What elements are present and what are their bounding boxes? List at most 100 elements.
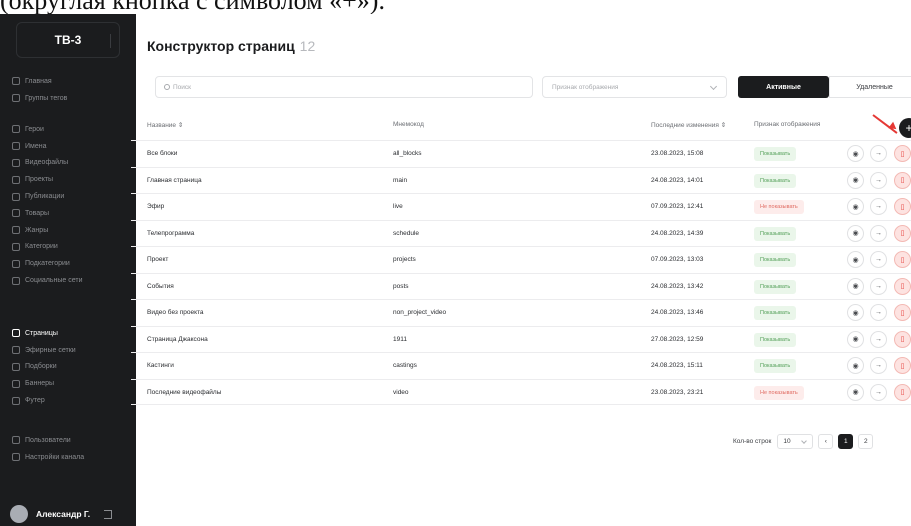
open-arrow-icon[interactable]: → bbox=[870, 198, 887, 215]
sidebar-item[interactable]: Социальные сети bbox=[12, 272, 132, 289]
search-input[interactable]: Поиск bbox=[155, 76, 533, 98]
open-arrow-icon[interactable]: → bbox=[870, 251, 887, 268]
sidebar-item[interactable]: Пользователи bbox=[12, 432, 132, 449]
column-modified[interactable]: Последние изменения ⇕ bbox=[651, 121, 726, 129]
home-icon bbox=[12, 77, 20, 86]
delete-icon[interactable]: ▯ bbox=[894, 277, 911, 295]
open-arrow-icon[interactable]: → bbox=[870, 171, 887, 189]
status-badge: Показывать bbox=[754, 306, 797, 320]
view-icon[interactable]: ◉ bbox=[847, 383, 864, 401]
nav-group-content: Герои Имена Видеофайлы Проекты Публикации Тов… bbox=[12, 121, 132, 289]
tab-deleted[interactable]: Удаленные bbox=[829, 76, 911, 98]
page-mnemonic: all_blocks bbox=[393, 150, 422, 157]
prev-page-button[interactable]: ‹ bbox=[818, 433, 834, 449]
sidebar-item-label: Главная bbox=[25, 77, 52, 85]
table-row[interactable]: Кастинги castings 24.08.2023, 15:11 Показыв… bbox=[131, 352, 911, 379]
table-row[interactable]: Страница Джаксона 1911 27.08.2023, 12:59 По… bbox=[131, 325, 911, 353]
sidebar-item[interactable]: Настройки канала bbox=[12, 449, 132, 466]
logout-icon[interactable] bbox=[104, 509, 113, 519]
sidebar-item[interactable]: Подкатегории bbox=[12, 255, 132, 272]
sidebar-item[interactable]: Страницы bbox=[12, 325, 132, 342]
delete-icon[interactable]: ▯ bbox=[894, 198, 911, 215]
sidebar-item[interactable]: Публикации bbox=[12, 188, 132, 205]
open-arrow-icon[interactable]: → bbox=[870, 330, 887, 348]
open-arrow-icon[interactable]: → bbox=[870, 357, 887, 374]
page-modified: 24.08.2023, 13:42 bbox=[651, 282, 704, 290]
delete-icon[interactable]: ▯ bbox=[894, 145, 911, 162]
page-modified: 24.08.2023, 13:46 bbox=[651, 309, 704, 316]
sidebar-item[interactable]: Баннеры bbox=[12, 375, 132, 392]
user-name: Александр Г. bbox=[36, 509, 91, 519]
sidebar-item[interactable]: Жанры bbox=[12, 222, 132, 239]
table-row[interactable]: События posts 24.08.2023, 13:42 Показывать ◉… bbox=[131, 272, 911, 300]
page-name: Главная страница bbox=[147, 176, 202, 184]
delete-icon[interactable]: ▯ bbox=[894, 357, 911, 374]
sidebar-item[interactable]: Подборки bbox=[12, 359, 132, 376]
delete-icon[interactable]: ▯ bbox=[894, 330, 911, 348]
banner-icon bbox=[12, 379, 20, 388]
delete-icon[interactable]: ▯ bbox=[894, 251, 911, 268]
view-icon[interactable]: ◉ bbox=[847, 171, 864, 189]
open-arrow-icon[interactable]: → bbox=[870, 145, 887, 162]
view-icon[interactable]: ◉ bbox=[847, 357, 864, 374]
sidebar-item[interactable]: Категории bbox=[12, 239, 132, 256]
sidebar-item-label: Герои bbox=[25, 125, 44, 133]
hero-icon bbox=[12, 125, 20, 134]
sidebar-item-label: Социальные сети bbox=[25, 277, 83, 285]
sidebar-item[interactable]: Группы тегов bbox=[12, 90, 132, 107]
sidebar-item-label: Баннеры bbox=[25, 380, 55, 388]
status-badge: Показывать bbox=[754, 147, 797, 161]
sidebar-item[interactable]: Герои bbox=[12, 121, 132, 138]
table-row[interactable]: Последние видеофайлы video 23.08.2023, 23:… bbox=[131, 378, 911, 405]
delete-icon[interactable]: ▯ bbox=[894, 171, 911, 189]
sidebar-item[interactable]: Имена bbox=[12, 138, 132, 155]
sidebar-item[interactable]: Главная bbox=[12, 73, 132, 90]
view-icon[interactable]: ◉ bbox=[847, 145, 864, 162]
sidebar-item-label: Пользователи bbox=[25, 436, 71, 444]
page-mnemonic: main bbox=[393, 176, 408, 184]
sidebar-item[interactable]: Проекты bbox=[12, 171, 132, 188]
table-row[interactable]: Видео без проекта non_project_video 24.08.… bbox=[131, 299, 911, 326]
status-badge: Показывать bbox=[754, 332, 797, 347]
table-row[interactable]: Эфир live 07.09.2023, 12:41 Не показывать ◉ →… bbox=[131, 193, 911, 220]
video-icon bbox=[12, 158, 20, 167]
status-badge: Показывать bbox=[754, 279, 797, 294]
user-profile[interactable]: Александр Г. bbox=[10, 504, 113, 524]
table-row[interactable]: Главная страница main 24.08.2023, 14:01 Пок… bbox=[131, 166, 911, 194]
pages-icon bbox=[12, 329, 20, 338]
open-arrow-icon[interactable]: → bbox=[870, 277, 887, 295]
view-icon[interactable]: ◉ bbox=[847, 277, 864, 295]
page-mnemonic: castings bbox=[393, 362, 417, 369]
publications-icon bbox=[12, 192, 20, 201]
table-row[interactable]: Телепрограмма schedule 24.08.2023, 14:39 По… bbox=[131, 219, 911, 247]
sidebar-item[interactable]: Футер bbox=[12, 392, 132, 409]
view-icon[interactable]: ◉ bbox=[847, 251, 864, 268]
nav-group-main: Главная Группы тегов bbox=[12, 73, 132, 107]
sidebar-item[interactable]: Эфирные сетки bbox=[12, 342, 132, 359]
page-name: Эфир bbox=[147, 203, 165, 210]
delete-icon[interactable]: ▯ bbox=[894, 304, 911, 321]
view-icon[interactable]: ◉ bbox=[847, 224, 864, 242]
open-arrow-icon[interactable]: → bbox=[870, 383, 887, 401]
page-number-button[interactable]: 2 bbox=[858, 433, 874, 449]
open-arrow-icon[interactable]: → bbox=[870, 224, 887, 242]
tab-active[interactable]: Активные bbox=[738, 76, 829, 98]
view-icon[interactable]: ◉ bbox=[847, 198, 864, 215]
column-name[interactable]: Название ⇕ bbox=[147, 121, 183, 129]
table-row[interactable]: Все блоки all_blocks 23.08.2023, 15:08 Пока… bbox=[131, 140, 911, 167]
sidebar-item[interactable]: Видеофайлы bbox=[12, 155, 132, 172]
sidebar-item-label: Группы тегов bbox=[25, 94, 68, 102]
open-arrow-icon[interactable]: → bbox=[870, 304, 887, 321]
page-number-button[interactable]: 1 bbox=[838, 433, 854, 449]
view-icon[interactable]: ◉ bbox=[847, 304, 864, 321]
view-icon[interactable]: ◉ bbox=[847, 330, 864, 348]
sidebar-item[interactable]: Товары bbox=[12, 205, 132, 222]
page-modified: 07.09.2023, 12:41 bbox=[651, 203, 704, 210]
star-icon bbox=[12, 142, 20, 151]
display-filter-select[interactable]: Признак отображения bbox=[542, 76, 727, 98]
rows-per-page-select[interactable]: 10 bbox=[777, 433, 814, 449]
delete-icon[interactable]: ▯ bbox=[894, 383, 911, 401]
channel-switcher[interactable]: ТВ-3 bbox=[16, 22, 120, 58]
delete-icon[interactable]: ▯ bbox=[894, 224, 911, 242]
table-row[interactable]: Проект projects 07.09.2023, 13:03 Показыват… bbox=[131, 246, 911, 273]
